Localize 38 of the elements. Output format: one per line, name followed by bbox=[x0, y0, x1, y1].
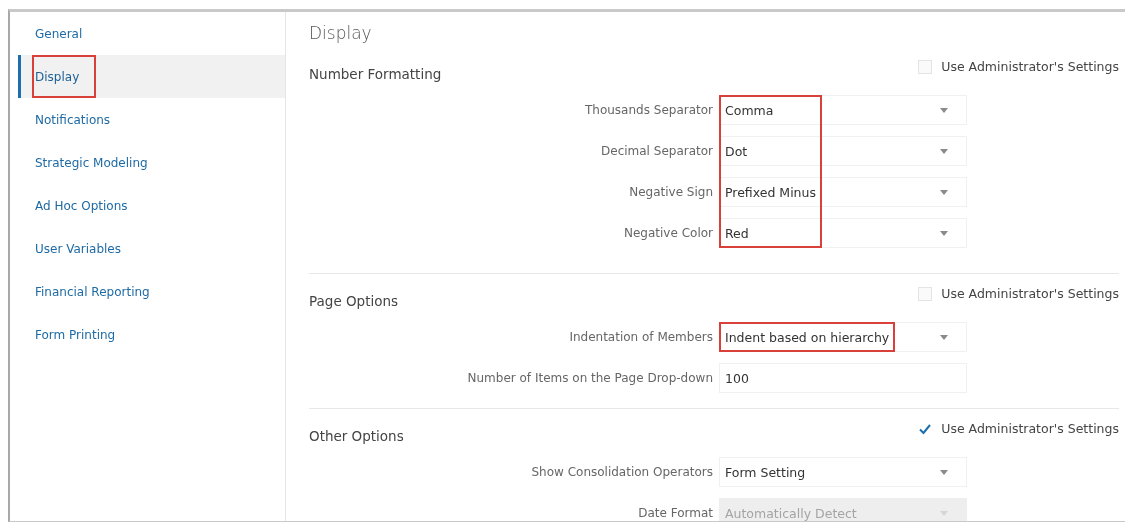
dropdown[interactable]: Prefixed Minus bbox=[719, 177, 967, 207]
field-label: Show Consolidation Operators bbox=[530, 465, 714, 479]
caret-icon bbox=[940, 510, 948, 516]
sidebar-item[interactable]: Financial Reporting bbox=[18, 270, 285, 313]
input-field[interactable]: 100 bbox=[719, 363, 967, 393]
field-label: Date Format bbox=[637, 506, 714, 520]
field-label: Negative Sign bbox=[628, 185, 714, 199]
sidebar-item[interactable]: Strategic Modeling bbox=[18, 141, 285, 184]
caret-icon bbox=[940, 334, 948, 340]
sidebar-item[interactable]: User Variables bbox=[18, 227, 285, 270]
sidebar-item[interactable]: Display bbox=[18, 55, 285, 98]
dropdown[interactable]: Form Setting bbox=[719, 457, 967, 487]
caret-icon bbox=[940, 469, 948, 475]
caret-icon bbox=[940, 189, 948, 195]
sidebar-item[interactable]: Notifications bbox=[18, 98, 285, 141]
dropdown[interactable]: Dot bbox=[719, 136, 967, 166]
dropdown[interactable]: Red bbox=[719, 218, 967, 248]
field-label: Thousands Separator bbox=[584, 103, 714, 117]
caret-icon bbox=[940, 107, 948, 113]
checkbox[interactable] bbox=[918, 59, 933, 74]
section-title: Number Formatting bbox=[309, 65, 442, 82]
field-label: Indentation of Members bbox=[568, 330, 714, 344]
section-title: Other Options bbox=[309, 427, 404, 444]
field-label: Negative Color bbox=[623, 226, 714, 240]
checkbox-label: Use Administrator's Settings bbox=[941, 286, 1119, 301]
sidebar-item[interactable]: Ad Hoc Options bbox=[18, 184, 285, 227]
checkbox-label: Use Administrator's Settings bbox=[941, 421, 1119, 436]
caret-icon bbox=[940, 148, 948, 154]
checkbox[interactable] bbox=[918, 286, 933, 301]
dropdown[interactable]: Comma bbox=[719, 95, 967, 125]
caret-icon bbox=[940, 230, 948, 236]
sidebar-item[interactable]: Form Printing bbox=[18, 313, 285, 356]
field-label: Number of Items on the Page Drop-down bbox=[466, 371, 714, 385]
field-label: Decimal Separator bbox=[600, 144, 714, 158]
checkbox-label: Use Administrator's Settings bbox=[941, 59, 1119, 74]
page-title: Display bbox=[309, 22, 373, 45]
section-title: Page Options bbox=[309, 292, 399, 309]
sidebar-item[interactable]: General bbox=[18, 12, 285, 55]
